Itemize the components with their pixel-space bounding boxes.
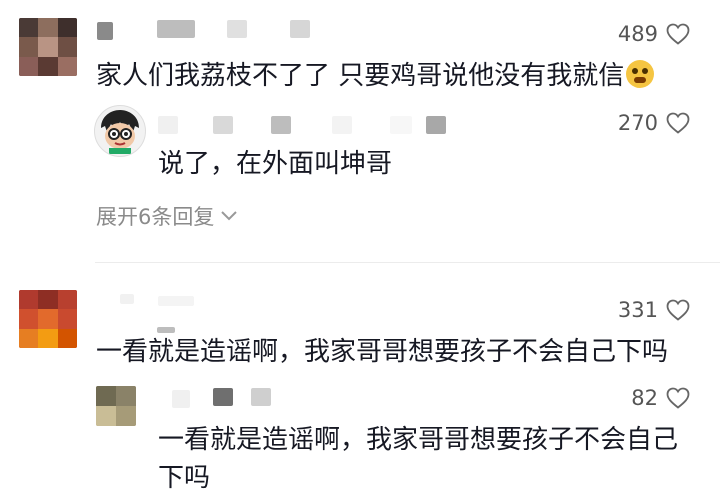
expand-replies-label: 展开6条回复: [96, 205, 215, 229]
like-count[interactable]: 489: [618, 22, 690, 46]
reply-avatar[interactable]: [94, 105, 146, 157]
reply-avatar[interactable]: [96, 386, 136, 426]
divider: [95, 262, 720, 263]
reply-like-count[interactable]: 270: [618, 111, 690, 135]
like-count-value: 489: [617, 22, 658, 46]
expand-replies-button[interactable]: 展开6条回复: [96, 201, 238, 231]
chevron-down-icon: [221, 211, 238, 221]
like-count-value: 331: [617, 298, 658, 322]
heart-outline-icon: [666, 387, 690, 409]
grimacing-face-emoji: [626, 60, 655, 88]
reply-like-count-value: 82: [631, 386, 658, 410]
heart-outline-icon: [666, 299, 690, 321]
cartoon-avatar-icon: [101, 110, 139, 154]
avatar[interactable]: [19, 18, 77, 76]
reply-text-line-1: 一看就是造谣啊，我家哥哥想要孩子不会自己: [158, 425, 679, 455]
like-count[interactable]: 331: [618, 298, 690, 322]
heart-outline-icon: [666, 23, 690, 45]
reply-text-line-2: 下吗: [158, 463, 211, 493]
reply-like-count-value: 270: [617, 111, 658, 135]
reply-like-count[interactable]: 82: [631, 386, 690, 410]
avatar[interactable]: [19, 290, 77, 348]
comment-text: 家人们我荔枝不了了 只要鸡哥说他没有我就信: [96, 60, 655, 92]
reply-text: 说了，在外面叫坤哥: [158, 149, 393, 179]
heart-outline-icon: [666, 112, 690, 134]
comment-text: 一看就是造谣啊，我家哥哥想要孩子不会自己下吗: [96, 337, 669, 367]
